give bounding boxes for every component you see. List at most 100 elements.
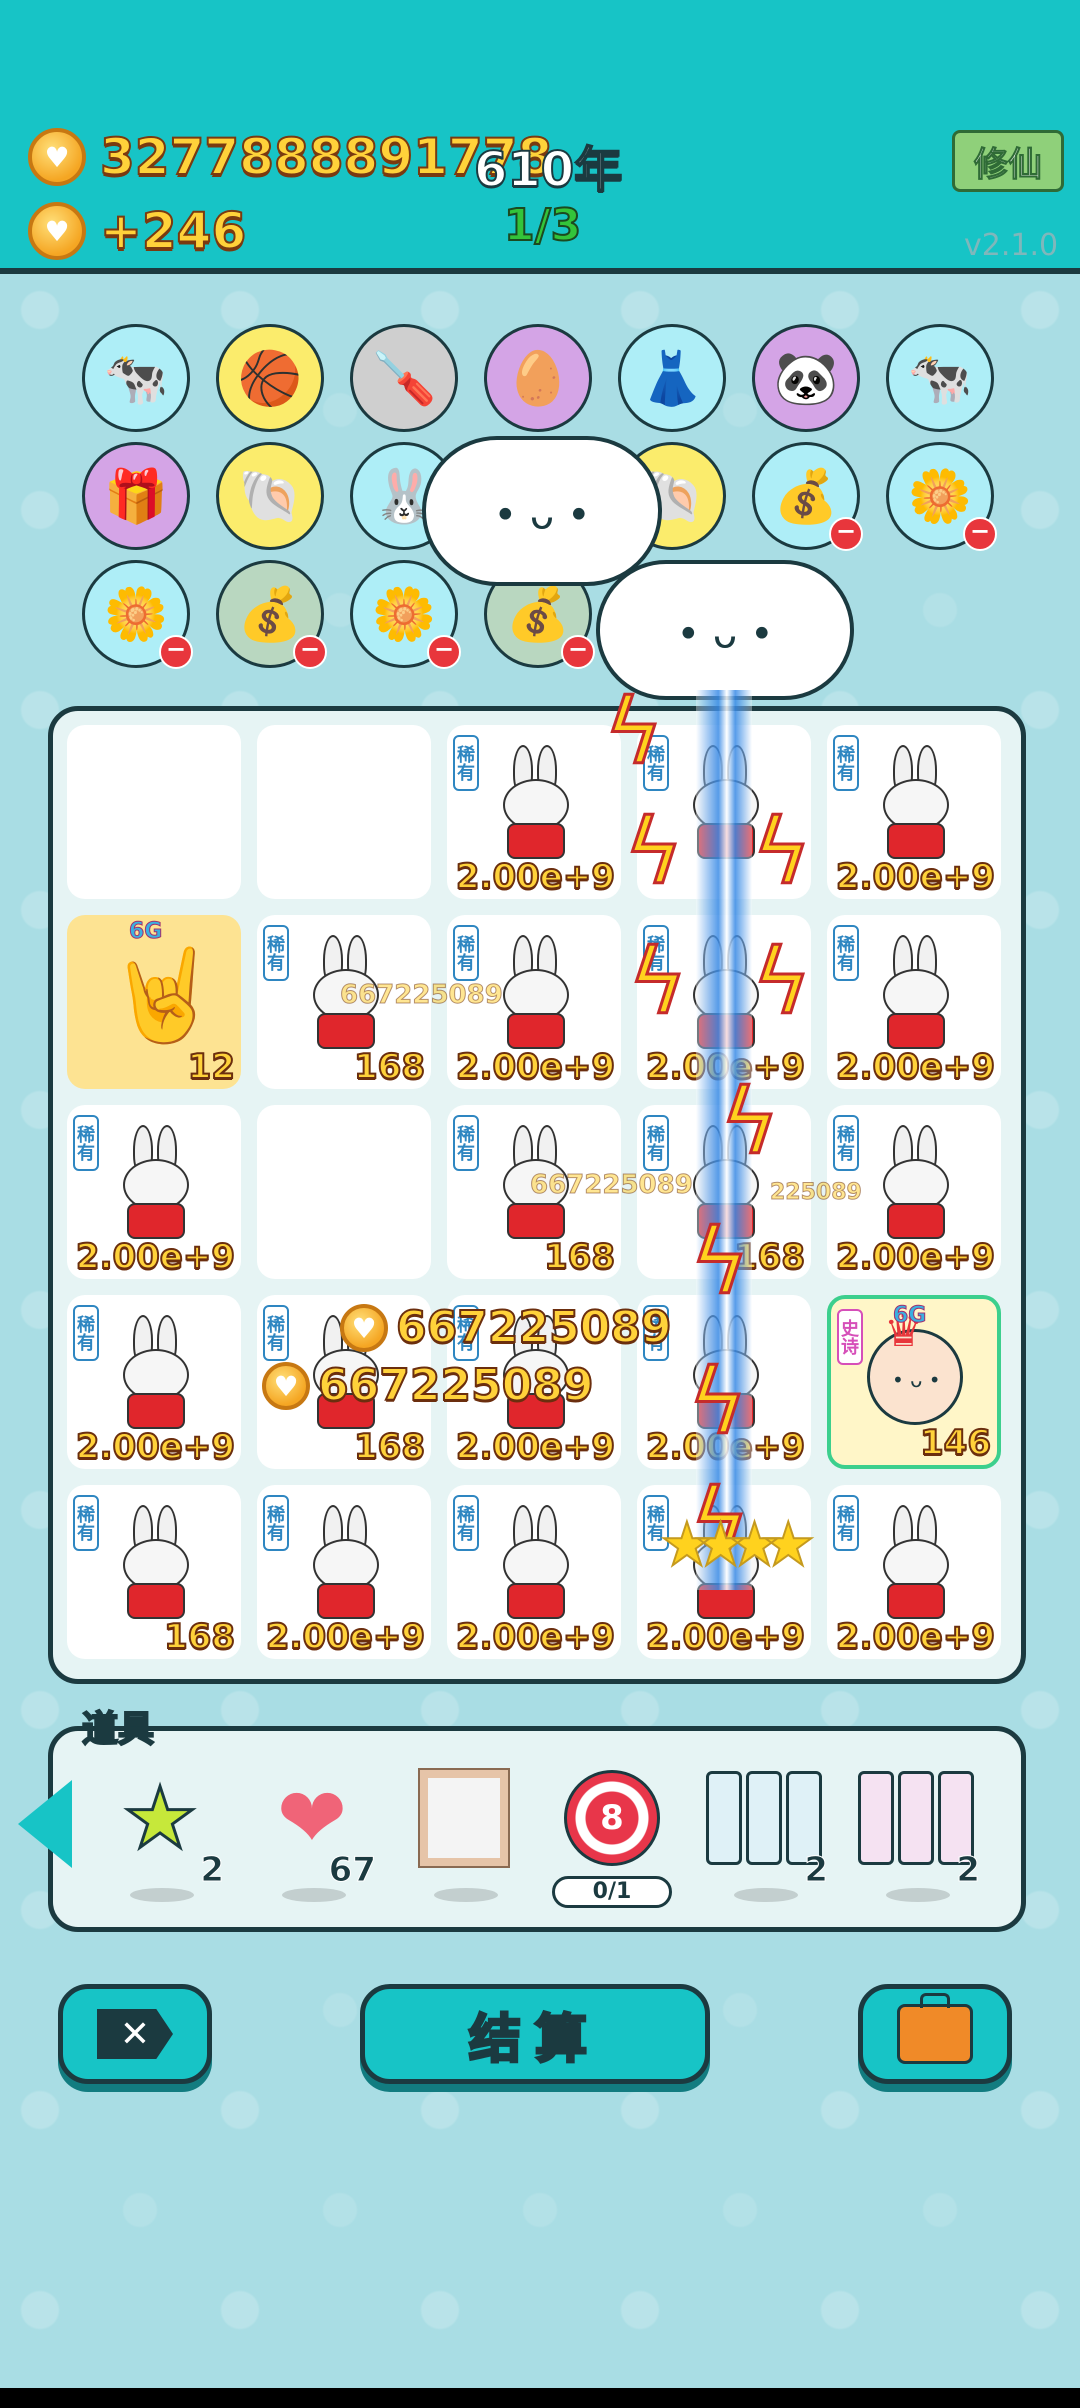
gift-box-icon[interactable]: 🎁 — [82, 442, 190, 550]
board-cell[interactable]: 稀有 2.00e+9 — [827, 915, 1001, 1089]
rarity-tag: 稀有 — [833, 1115, 859, 1171]
coin-icon: ♥ — [340, 1304, 388, 1352]
cow-icon[interactable]: 🐄 — [886, 324, 994, 432]
tool-epic-cards[interactable]: 2 — [856, 1758, 980, 1908]
board-cell[interactable]: 🤘 6G 12 — [67, 915, 241, 1089]
remove-icon[interactable]: − — [159, 635, 193, 669]
basketball-icon[interactable]: 🏀 — [216, 324, 324, 432]
tool-rare-cards[interactable]: 2 — [704, 1758, 828, 1908]
tool-shadow — [886, 1888, 950, 1902]
bunny-icon — [115, 1505, 193, 1625]
remove-icon[interactable]: − — [963, 517, 997, 551]
cloud-icon: • ᴗ • — [422, 436, 662, 586]
floating-reward: 667225089 — [317, 1359, 595, 1412]
board-cell[interactable] — [257, 725, 431, 899]
target-progress: 0/1 — [552, 1876, 672, 1908]
board-cell[interactable]: 稀有 2.00e+9 — [447, 1485, 621, 1659]
skirt-icon[interactable]: 👗 — [618, 324, 726, 432]
rarity-tag: 稀有 — [263, 1305, 289, 1361]
star-burst-icon: ★★★★ — [659, 1509, 816, 1581]
briefcase-button[interactable] — [858, 1984, 1012, 2084]
floating-reward: 667225089 — [530, 1170, 694, 1201]
board-cell[interactable]: 稀有 2.00e+9 — [447, 725, 621, 899]
level-badge: 6G — [128, 919, 163, 945]
board-cell[interactable]: 稀有 2.00e+9 — [257, 1485, 431, 1659]
frame-icon — [414, 1768, 514, 1868]
cell-value: 2.00e+9 — [455, 1046, 616, 1088]
money-bag-icon[interactable]: 💰 − — [752, 442, 863, 551]
cow-icon[interactable]: 🐄 — [82, 324, 190, 432]
bunny-icon — [495, 745, 573, 865]
target-icon: 8 — [562, 1768, 662, 1868]
cell-value: 2.00e+9 — [75, 1426, 236, 1468]
cell-value: 2.00e+9 — [455, 1426, 616, 1468]
floating-reward: 225089 — [770, 1180, 863, 1206]
rarity-tag: 稀有 — [263, 1495, 289, 1551]
rarity-tag: 稀有 — [453, 735, 479, 791]
remove-icon[interactable]: − — [829, 517, 863, 551]
tool-count: 2 — [804, 1850, 829, 1891]
coin-icon: ♥ — [262, 1362, 310, 1410]
egg-icon[interactable]: 🥚 — [484, 324, 592, 432]
system-nav-bar — [0, 2388, 1080, 2408]
cell-value: 168 — [163, 1616, 236, 1658]
tool-frame[interactable] — [404, 1758, 524, 1908]
rare-cards-icon — [706, 1768, 822, 1868]
flower-pot-icon[interactable]: 🌼 − — [886, 442, 997, 551]
cloud-face-icon: • ᴗ • — [493, 492, 591, 539]
cloud-icon: • ᴗ • — [596, 560, 854, 700]
flower-pot-icon[interactable]: 🌼 − — [82, 560, 193, 669]
remove-icon[interactable]: − — [427, 635, 461, 669]
king-face-icon: ♛ • ᴗ • — [867, 1306, 963, 1425]
bunny-icon — [875, 935, 953, 1055]
back-arrow-icon[interactable] — [18, 1780, 72, 1868]
settle-button[interactable]: 结算 — [360, 1984, 710, 2084]
briefcase-icon — [897, 1993, 973, 2064]
bunny-icon — [875, 745, 953, 865]
board-cell[interactable]: 稀有 168 — [67, 1485, 241, 1659]
tool-target[interactable]: 8 0/1 — [552, 1758, 672, 1908]
board-cell[interactable] — [257, 1105, 431, 1279]
remove-icon[interactable]: − — [561, 635, 595, 669]
bunny-icon — [115, 1125, 193, 1245]
income-rate: +246 — [99, 201, 247, 261]
close-button[interactable]: ✕ — [58, 1984, 212, 2084]
tool-count: 2 — [956, 1850, 981, 1891]
cell-value: 146 — [919, 1422, 992, 1464]
top-header: ♥ 3277888891778 610年 ♥ +246 1/3 修仙 v2.1.… — [0, 0, 1080, 274]
xiuxian-button[interactable]: 修仙 — [952, 130, 1064, 192]
remove-icon[interactable]: − — [293, 635, 327, 669]
cell-value: 168 — [543, 1236, 616, 1278]
rarity-tag: 稀有 — [833, 735, 859, 791]
board-cell[interactable]: 史诗 ♛ • ᴗ • 6G 146 — [827, 1295, 1001, 1469]
tool-shadow — [734, 1888, 798, 1902]
cell-value: 2.00e+9 — [265, 1616, 426, 1658]
board-cell[interactable]: 稀有 2.00e+9 — [67, 1105, 241, 1279]
cloud-face-icon: • ᴗ • — [676, 611, 774, 658]
board-cell[interactable]: 稀有 2.00e+9 — [67, 1295, 241, 1469]
board-cell[interactable] — [67, 725, 241, 899]
lightning-bolt-icon: ϟ — [686, 1349, 748, 1457]
shell-icon[interactable]: 🐚 — [216, 442, 324, 550]
rarity-tag: 稀有 — [73, 1305, 99, 1361]
tool-liver[interactable]: ❤ 67 — [252, 1758, 377, 1908]
version-label: v2.1.0 — [964, 228, 1059, 263]
cell-value: 2.00e+9 — [645, 1616, 806, 1658]
tool-count: 67 — [328, 1850, 376, 1891]
tool-shadow — [434, 1888, 498, 1902]
bunny-icon — [305, 1505, 383, 1625]
bunny-icon — [115, 1315, 193, 1435]
bunny-icon — [875, 1505, 953, 1625]
flower-pot-icon[interactable]: 🌼 − — [350, 560, 461, 669]
money-bag-icon[interactable]: 💰 − — [216, 560, 327, 669]
panda-icon[interactable]: 🐼 — [752, 324, 860, 432]
board-cell[interactable]: 稀有 2.00e+9 — [827, 1485, 1001, 1659]
cell-value: 2.00e+9 — [835, 1616, 996, 1658]
cell-value: 168 — [353, 1426, 426, 1468]
tool-count: 2 — [200, 1850, 225, 1891]
board-cell[interactable]: 稀有 2.00e+9 — [827, 725, 1001, 899]
screwdriver-icon[interactable]: 🪛 — [350, 324, 458, 432]
close-icon: ✕ — [97, 2009, 173, 2059]
rock-hand-icon: 🤘 — [107, 943, 220, 1048]
tool-star[interactable]: ★ 2 — [100, 1758, 224, 1908]
